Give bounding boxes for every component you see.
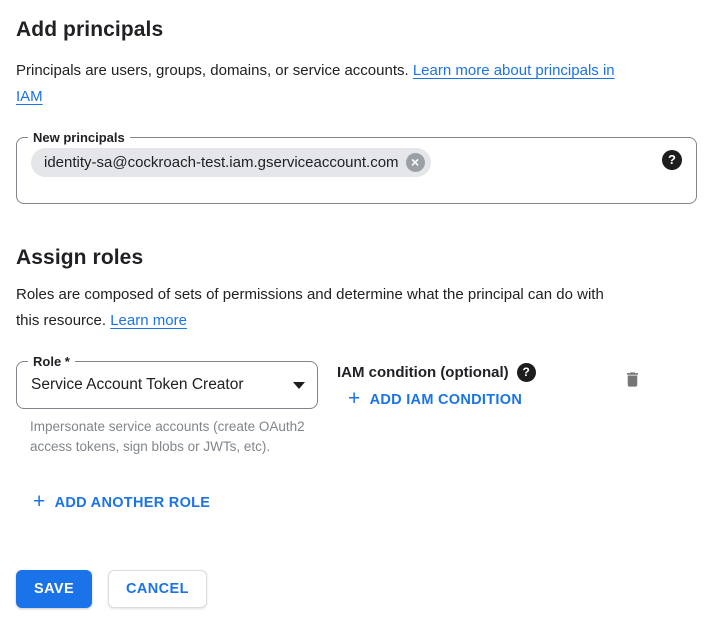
dropdown-arrow-icon (293, 382, 305, 389)
iam-condition-header: IAM condition (optional) ? (337, 363, 621, 382)
save-button[interactable]: SAVE (16, 570, 92, 608)
iam-condition-column: IAM condition (optional) ? + ADD IAM CON… (337, 361, 621, 413)
new-principals-label: New principals (28, 129, 130, 146)
principals-description-text: Principals are users, groups, domains, o… (16, 62, 413, 79)
principal-chip-text: identity-sa@cockroach-test.iam.gservicea… (44, 154, 399, 171)
add-another-role-label: ADD ANOTHER ROLE (55, 495, 211, 511)
plus-icon: + (348, 390, 361, 408)
page-title: Add principals (16, 18, 697, 42)
role-label: Role * (28, 353, 75, 370)
assign-roles-title: Assign roles (16, 246, 697, 270)
iam-condition-label: IAM condition (optional) (337, 364, 509, 381)
principal-chip[interactable]: identity-sa@cockroach-test.iam.gservicea… (31, 148, 431, 177)
role-helper-text: Impersonate service accounts (create OAu… (30, 417, 310, 457)
roles-description-text: Roles are composed of sets of permission… (16, 286, 604, 329)
chip-remove-icon[interactable]: × (406, 153, 425, 172)
add-iam-condition-button[interactable]: + ADD IAM CONDITION (342, 387, 528, 413)
add-another-role-button[interactable]: + ADD ANOTHER ROLE (27, 490, 216, 516)
plus-icon: + (33, 493, 46, 511)
iam-condition-help-icon[interactable]: ? (517, 363, 536, 382)
action-bar: SAVE CANCEL (16, 570, 207, 608)
roles-description: Roles are composed of sets of permission… (16, 282, 608, 334)
learn-more-roles-link[interactable]: Learn more (110, 312, 187, 329)
cancel-button[interactable]: CANCEL (108, 570, 207, 608)
trash-icon (623, 369, 642, 390)
role-column: Role * Service Account Token Creator Imp… (16, 361, 318, 457)
new-principals-field[interactable]: New principals identity-sa@cockroach-tes… (16, 137, 697, 204)
principals-help-icon[interactable]: ? (662, 150, 682, 170)
role-select[interactable]: Role * Service Account Token Creator (16, 361, 318, 409)
role-selected-value: Service Account Token Creator (31, 376, 244, 394)
add-iam-condition-label: ADD IAM CONDITION (370, 392, 523, 408)
delete-role-button[interactable] (621, 367, 644, 395)
principals-description: Principals are users, groups, domains, o… (16, 58, 628, 110)
role-row: Role * Service Account Token Creator Imp… (16, 361, 697, 457)
